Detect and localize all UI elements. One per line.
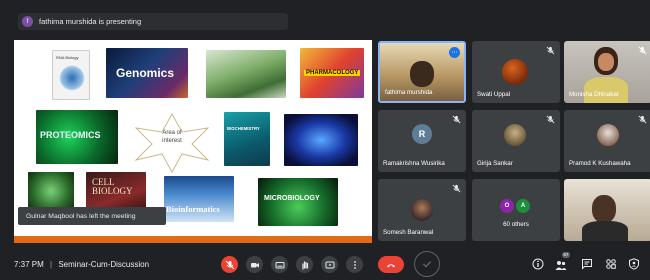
present-now-button[interactable] [321,256,338,273]
bioinformatics-image: Bioinformatics [164,176,234,222]
more-options-button[interactable] [346,256,363,273]
participant-photo [597,124,619,146]
participant-name: Pramod K Kushawaha [569,160,631,167]
clock-time: 7:37 PM [14,260,44,269]
overflow-avatar: A [516,199,530,213]
presenting-text: fathima murshida is presenting [39,17,142,26]
brain-image [284,114,358,166]
area-of-interest-label: Area of interest [162,130,182,144]
participant-name: fathima murshida [385,89,433,96]
activities-icon[interactable] [605,258,617,270]
participant-photo [504,124,526,146]
mic-off-icon [638,46,647,55]
bioinformatics-label: Bioinformatics [166,204,220,214]
captions-button[interactable] [271,256,288,273]
participant-name: Girija Sankar [477,160,513,167]
end-call-button[interactable] [378,256,404,273]
more-options-icon[interactable]: ⋯ [449,47,460,58]
host-controls-icon[interactable] [628,258,640,270]
meeting-title: Seminar-Cum-Discussion [58,260,150,269]
participant-tile[interactable]: Somesh Baranwal [378,179,466,241]
people-count-badge: 67 [562,252,571,258]
participant-photo [411,199,433,221]
mic-off-icon [546,46,555,55]
presenter-avatar: f [22,16,33,27]
pharmacology-image: PHARMACOLOGY [300,48,364,98]
participant-photo [502,59,528,85]
participant-tile[interactable]: Girija Sankar [472,110,560,172]
raise-hand-icon [301,260,308,270]
captions-icon [275,261,284,268]
biochemistry-label: BIOCHEMISTRY [227,126,260,131]
participant-name: Somesh Baranwal [383,229,434,236]
camera-toggle-button[interactable] [246,256,263,273]
rna-biology-image: RNA Biology [52,50,90,100]
participant-name: Monisha Dhinakar [569,91,619,98]
meet-window: f fathima murshida is presenting RNA Bio… [0,0,650,280]
genomics-image: Genomics [106,48,188,98]
meeting-info: 7:37 PM | Seminar-Cum-Discussion [14,260,150,269]
genomics-label: Genomics [116,66,175,80]
mic-off-icon [546,115,555,124]
microbiology-image: MICROBIOLOGY [258,178,338,226]
more-icon [353,260,356,269]
overflow-avatar: O [500,199,514,213]
meeting-details-icon[interactable] [532,258,544,270]
participant-name: Swati Uppal [477,91,511,98]
verified-check-icon [414,251,440,277]
rna-label: RNA Biology [56,55,79,60]
cell-biology-label: CELL BIOLOGY [92,177,133,197]
bottom-toolbar: 7:37 PM | Seminar-Cum-Discussion 67 [0,248,650,280]
biochemistry-book-image: BIOCHEMISTRY [224,112,270,166]
mic-toggle-button[interactable] [221,256,238,273]
microscopy-image [28,172,74,210]
present-icon [325,261,334,268]
participant-tile[interactable]: Pramod K Kushawaha [564,110,650,172]
people-button[interactable]: 67 [555,252,571,270]
mic-off-icon [225,260,234,269]
mic-off-icon [452,184,461,193]
participant-tile[interactable]: R Ramakrishna Wusirika [378,110,466,172]
mic-off-icon [452,115,461,124]
participant-tile[interactable] [564,179,650,241]
raise-hand-button[interactable] [296,256,313,273]
people-icon [555,261,567,270]
left-meeting-toast: Gulnar Maqbool has left the meeting [18,207,166,225]
participant-tile[interactable]: ⋯ fathima murshida [378,41,466,103]
participant-avatar: R [412,124,432,144]
proteomics-image: PROTEOMICS [36,110,118,164]
participant-tile[interactable]: Swati Uppal [472,41,560,103]
pharmacology-label: PHARMACOLOGY [304,70,361,76]
end-call-icon [387,263,395,267]
presenting-banner: f fathima murshida is presenting [18,13,288,30]
participant-tile[interactable]: Monisha Dhinakar [564,41,650,103]
proteomics-label: PROTEOMICS [40,130,101,140]
chat-icon[interactable] [581,258,593,270]
plant-lab-image [206,50,286,98]
participant-name: 60 others [503,221,529,228]
participants-overflow-tile[interactable]: O A 60 others [472,179,560,241]
mic-off-icon [638,115,647,124]
participant-name: Ramakrishna Wusirika [383,160,445,167]
camera-icon [250,262,259,267]
microbiology-label: MICROBIOLOGY [264,195,320,202]
